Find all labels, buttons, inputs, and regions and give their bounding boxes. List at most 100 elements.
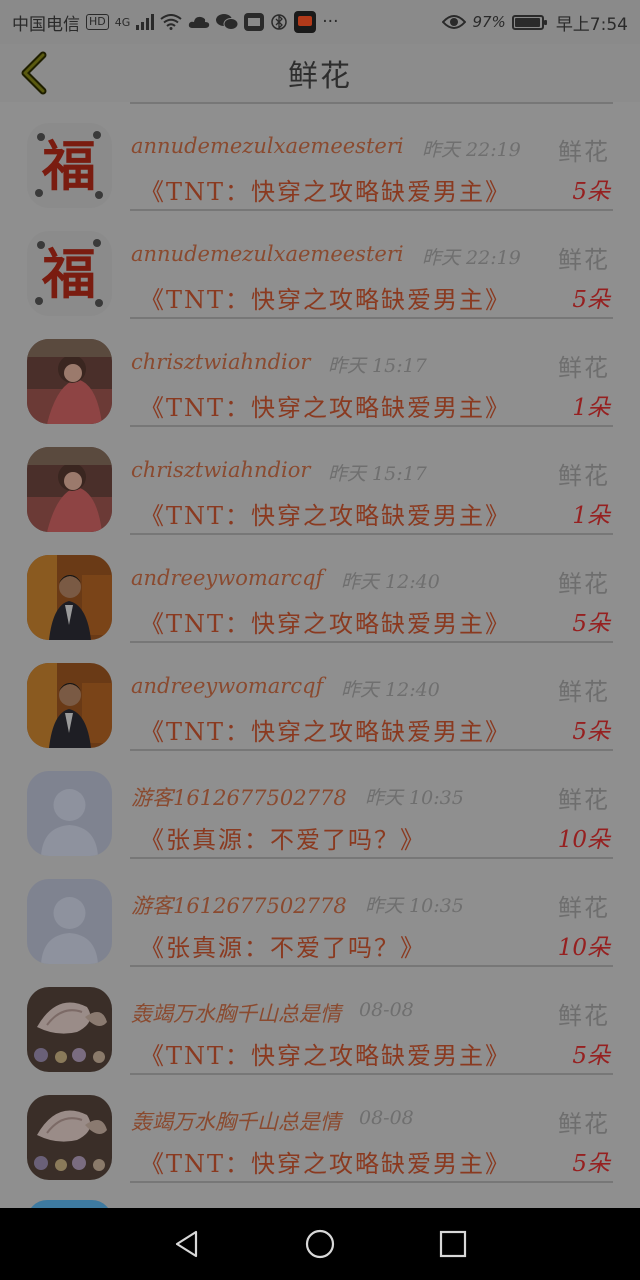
username: andreeywomarcqf	[131, 566, 324, 590]
battery-icon	[511, 14, 547, 30]
list-item[interactable]: chrisztwiahndior 昨天 15:17 鲜花 《TNT：快穿之攻略缺爱男主…	[0, 318, 640, 427]
list-item[interactable]: 福 annudemezulxaemeesteri 昨天 22:19 鲜花《TNT：快穿…	[0, 102, 640, 211]
bluetooth-icon	[270, 13, 288, 31]
avatar[interactable]	[27, 339, 112, 424]
username: annudemezulxaemeesteri	[131, 134, 404, 158]
username: chrisztwiahndior	[131, 458, 311, 482]
avatar[interactable]	[27, 1095, 112, 1180]
timestamp: 昨天 22:19	[422, 139, 521, 161]
cloud-icon	[188, 15, 210, 29]
clock: 早上7:54	[555, 14, 628, 35]
list-item[interactable]: 游客1612677502778 昨天 10:35 鲜花《张真源：不爱了吗？》 10朵	[0, 750, 640, 859]
list-item[interactable]: andreeywomarcqf 昨天 12:40 鲜花《TNT：快穿之攻略缺爱男主》…	[0, 642, 640, 751]
flower-count: 1朵	[572, 503, 610, 529]
huawei-icon	[244, 13, 265, 31]
timestamp: 昨天 10:35	[365, 895, 464, 917]
eye-icon	[442, 14, 467, 30]
avatar[interactable]	[27, 447, 112, 532]
battery-level	[514, 17, 540, 27]
wechat-icon	[216, 13, 239, 31]
gift-type-label: 鲜花	[558, 678, 610, 706]
book-title: 《TNT：快穿之攻略缺爱男主》	[140, 1042, 512, 1070]
more-indicator: ···	[322, 12, 339, 32]
list-item[interactable]: andreeywomarcqf 昨天 12:40 鲜花《TNT：快穿之攻略缺爱男主》…	[0, 534, 640, 643]
system-nav-bar	[0, 1208, 640, 1280]
nav-recents-button[interactable]	[423, 1214, 483, 1274]
nav-home-icon	[305, 1229, 335, 1259]
gift-type-label: 鲜花	[558, 138, 610, 166]
gift-type-label: 鲜花	[558, 894, 610, 922]
timestamp: 昨天 15:17	[328, 355, 427, 377]
avatar-partial	[27, 1200, 112, 1208]
book-title: 《TNT：快穿之攻略缺爱男主》	[140, 610, 512, 638]
flower-count: 5朵	[572, 179, 610, 205]
username: 轰竭万水胸千山总是情	[131, 1002, 341, 1026]
flower-count: 10朵	[557, 935, 610, 961]
avatar[interactable]: 福	[27, 231, 112, 316]
back-button[interactable]	[12, 51, 56, 95]
app-header: 鲜花	[0, 44, 640, 102]
book-title: 《TNT：快穿之攻略缺爱男主》	[140, 178, 512, 206]
timestamp: 昨天 10:35	[365, 787, 464, 809]
flower-count: 5朵	[572, 287, 610, 313]
page-title: 鲜花	[288, 59, 352, 94]
gift-type-label: 鲜花	[558, 246, 610, 274]
avatar[interactable]	[27, 771, 112, 856]
status-bar: 中国电信 HD 4G ··· 97% 早上7:54	[0, 0, 640, 44]
network-label: 4G	[114, 15, 131, 29]
list-item[interactable]: 轰竭万水胸千山总是情 08-08 鲜花《TNT：快穿之攻略缺爱男主》 5朵	[0, 966, 640, 1075]
list-item[interactable]: 福 annudemezulxaemeesteri 昨天 22:19 鲜花《TNT：快穿…	[0, 210, 640, 319]
book-title: 《TNT：快穿之攻略缺爱男主》	[140, 394, 512, 422]
chevron-left-icon	[21, 51, 47, 95]
nav-home-button[interactable]	[290, 1214, 350, 1274]
timestamp: 昨天 12:40	[341, 571, 440, 593]
book-title: 《TNT：快穿之攻略缺爱男主》	[140, 502, 512, 530]
nav-back-button[interactable]	[157, 1214, 217, 1274]
flower-count: 5朵	[572, 719, 610, 745]
avatar[interactable]: 福	[27, 123, 112, 208]
flower-count: 5朵	[572, 611, 610, 637]
list-item[interactable]: chrisztwiahndior 昨天 15:17 鲜花《TNT：快穿之攻略缺爱男主…	[0, 426, 640, 535]
hd-badge: HD	[86, 14, 109, 30]
list-item[interactable]: 游客1612677502778 昨天 10:35 鲜花《张真源：不爱了吗？》 10朵	[0, 858, 640, 967]
timestamp: 08-08	[359, 999, 414, 1021]
flower-count: 1朵	[572, 395, 610, 421]
avatar[interactable]	[27, 987, 112, 1072]
status-left: 中国电信 HD 4G ···	[12, 10, 339, 35]
flower-count: 5朵	[572, 1151, 610, 1177]
username: 游客1612677502778	[131, 894, 347, 918]
avatar[interactable]	[27, 663, 112, 748]
gift-type-label: 鲜花	[558, 462, 610, 490]
avatar[interactable]	[27, 879, 112, 964]
flower-record-list[interactable]: 福 annudemezulxaemeesteri 昨天 22:19 鲜花 《TNT：快穿…	[0, 102, 640, 1208]
carrier-label: 中国电信	[12, 14, 80, 35]
gift-type-label: 鲜花	[558, 786, 610, 814]
status-right: 97% 早上7:54	[442, 10, 628, 35]
gift-type-label: 鲜花	[558, 354, 610, 382]
book-title: 《TNT：快穿之攻略缺爱男主》	[140, 718, 512, 746]
divider	[130, 1181, 613, 1183]
flower-count: 10朵	[557, 827, 610, 853]
book-title: 《TNT：快穿之攻略缺爱男主》	[140, 1150, 512, 1178]
gift-type-label: 鲜花	[558, 570, 610, 598]
list-item[interactable]: 轰竭万水胸千山总是情 08-08 鲜花 《TNT：快穿之攻略缺爱男主》 5朵	[0, 1074, 640, 1183]
timestamp: 昨天 15:17	[328, 463, 427, 485]
svg-text:福: 福	[41, 242, 96, 306]
gift-type-label: 鲜花	[558, 1110, 610, 1138]
video-app-icon	[294, 11, 317, 33]
wifi-icon	[160, 14, 182, 30]
nav-recents-icon	[440, 1230, 467, 1258]
book-title: 《TNT：快穿之攻略缺爱男主》	[140, 286, 512, 314]
timestamp: 昨天 12:40	[341, 679, 440, 701]
flower-count: 5朵	[572, 1043, 610, 1069]
book-title: 《张真源：不爱了吗？》	[140, 826, 426, 854]
username: 游客1612677502778	[131, 786, 347, 810]
signal-icon	[136, 14, 155, 30]
username: andreeywomarcqf	[131, 674, 324, 698]
book-title: 《张真源：不爱了吗？》	[140, 934, 426, 962]
username: annudemezulxaemeesteri	[131, 242, 404, 266]
nav-back-icon	[175, 1230, 197, 1258]
avatar[interactable]	[27, 555, 112, 640]
gift-type-label: 鲜花	[558, 1002, 610, 1030]
timestamp: 昨天 22:19	[422, 247, 521, 269]
